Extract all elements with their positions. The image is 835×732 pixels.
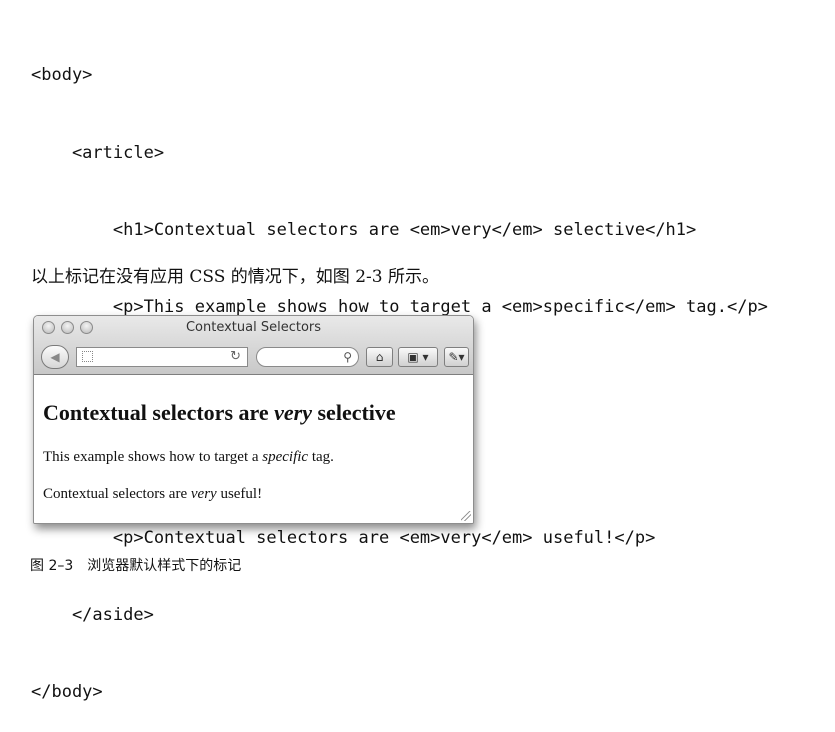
search-field[interactable]: ⚲ <box>256 347 359 367</box>
code-line: <article> <box>31 142 165 163</box>
bookmarks-button[interactable]: ▣ ▾ <box>398 347 438 367</box>
back-icon: ◀ <box>50 350 60 364</box>
back-button[interactable]: ◀ <box>41 345 69 369</box>
figure-number: 图 2–3 <box>30 558 74 574</box>
browser-toolbar: Contextual Selectors ◀ ↻ ⚲ ⌂ ▣ ▾ ✎▾ <box>34 316 473 375</box>
paragraph-text: This example shows how to target a <box>43 449 263 465</box>
bookmarks-icon: ▣ ▾ <box>407 350 429 364</box>
home-icon: ⌂ <box>375 350 384 364</box>
code-line: <h1>Contextual selectors are <em>very</e… <box>31 219 697 240</box>
tools-icon: ✎▾ <box>448 350 465 364</box>
paragraph-text: Contextual selectors are <box>43 486 191 502</box>
aside-paragraph: Contextual selectors are very useful! <box>43 486 262 503</box>
code-line: </body> <box>31 682 103 703</box>
code-line: <body> <box>31 65 93 86</box>
figure-caption: 图 2–3 浏览器默认样式下的标记 <box>30 555 241 575</box>
figure-caption-text: 浏览器默认样式下的标记 <box>87 558 242 574</box>
page-heading: Contextual selectors are very selective <box>43 400 396 426</box>
article-paragraph: This example shows how to target a speci… <box>43 449 334 466</box>
heading-emphasis: very <box>274 400 312 425</box>
home-button[interactable]: ⌂ <box>366 347 393 367</box>
heading-text: Contextual selectors are <box>43 400 275 425</box>
paragraph-text: tag. <box>308 449 334 465</box>
browser-window: Contextual Selectors ◀ ↻ ⚲ ⌂ ▣ ▾ ✎▾ Cont… <box>33 315 474 524</box>
search-icon: ⚲ <box>343 350 352 364</box>
resize-grip-icon[interactable] <box>461 511 471 521</box>
tools-button[interactable]: ✎▾ <box>444 347 469 367</box>
code-line: </aside> <box>31 605 154 626</box>
window-title: Contextual Selectors <box>185 320 322 335</box>
heading-text: selective <box>312 400 396 425</box>
page-viewport: Contextual selectors are very selective … <box>34 375 473 523</box>
body-paragraph: 以上标记在没有应用 CSS 的情况下，如图 2-3 所示。 <box>31 267 439 287</box>
reload-icon[interactable]: ↻ <box>230 348 241 366</box>
address-bar[interactable]: ↻ <box>76 347 248 367</box>
code-line: <p>Contextual selectors are <em>very</em… <box>31 527 656 548</box>
paragraph-emphasis: very <box>190 486 217 502</box>
paragraph-text: useful! <box>216 486 263 502</box>
favicon-icon <box>82 351 93 362</box>
paragraph-emphasis: specific <box>262 449 309 465</box>
